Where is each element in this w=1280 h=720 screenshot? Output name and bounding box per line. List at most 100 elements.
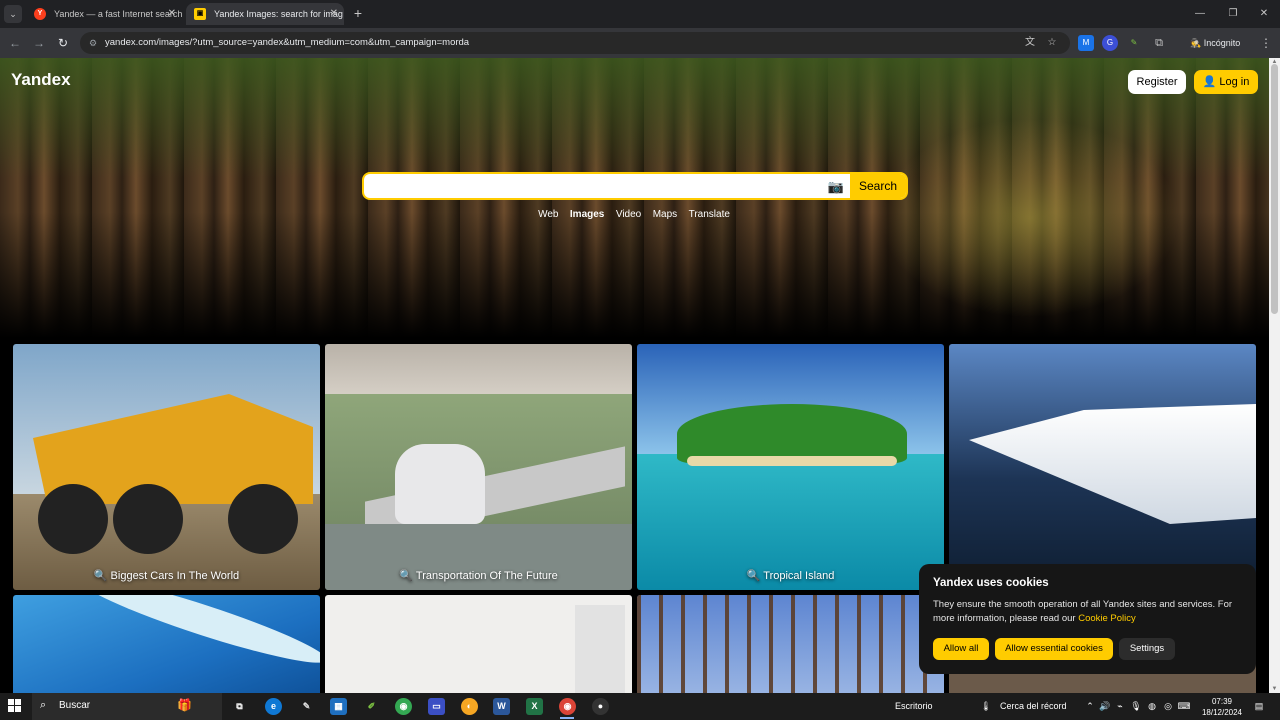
- scroll-down-icon[interactable]: ▼: [1269, 685, 1280, 693]
- cookie-policy-link[interactable]: Cookie Policy: [1078, 613, 1136, 624]
- login-button[interactable]: 👤 Log in: [1194, 70, 1258, 94]
- restore-icon[interactable]: ❐: [1217, 0, 1249, 28]
- cookie-settings-button[interactable]: Settings: [1119, 638, 1175, 660]
- tray-app-icon[interactable]: ◍: [1145, 699, 1159, 713]
- thermometer-icon: 🌡: [980, 701, 992, 711]
- image-tile-tropical-island[interactable]: 🔍 Tropical Island: [637, 344, 944, 590]
- register-button[interactable]: Register: [1128, 70, 1186, 94]
- browser-toolbar: ← → ↻ ⚙ yandex.com/images/?utm_source=ya…: [0, 28, 1280, 58]
- login-label: Log in: [1219, 76, 1250, 88]
- word-icon[interactable]: W: [493, 698, 510, 715]
- service-tabs: Web Images Video Maps Translate: [0, 204, 1269, 222]
- search-icon: 🔍: [399, 570, 413, 582]
- extension-m-icon[interactable]: M: [1078, 35, 1094, 51]
- taskbar-search[interactable]: ⌕ Buscar 🎁: [32, 693, 222, 720]
- translate-icon[interactable]: 文: [1022, 35, 1038, 51]
- search-box: 📷 Search: [362, 172, 908, 200]
- service-translate[interactable]: Translate: [689, 209, 730, 220]
- chrome-active-icon[interactable]: ◉: [559, 698, 576, 715]
- minimize-icon[interactable]: —: [1184, 0, 1216, 28]
- page-scrollbar[interactable]: ▲ ▼: [1269, 58, 1280, 693]
- yandex-favicon-icon: Y: [34, 8, 46, 20]
- monitor-app-icon[interactable]: ▭: [428, 698, 445, 715]
- active-app-indicator: [560, 717, 574, 719]
- image-tile-bedroom[interactable]: [325, 595, 632, 693]
- task-view-icon[interactable]: ⧉: [231, 698, 248, 715]
- image-tile-trucks[interactable]: 🔍 Biggest Cars In The World: [13, 344, 320, 590]
- taskbar-search-label: Buscar: [59, 700, 91, 711]
- tile-caption-text: Biggest Cars In The World: [110, 570, 240, 582]
- search-input[interactable]: [370, 176, 820, 196]
- search-button[interactable]: Search: [850, 174, 906, 198]
- yandex-logo[interactable]: Yandex: [11, 70, 71, 90]
- pen-app-icon[interactable]: ✎: [298, 698, 315, 715]
- tile-caption: 🔍 Transportation Of The Future: [325, 569, 632, 582]
- tray-app2-icon[interactable]: ◎: [1161, 699, 1175, 713]
- forward-icon[interactable]: →: [29, 33, 49, 53]
- weather-label[interactable]: Cerca del récord: [1000, 693, 1067, 720]
- notifications-icon[interactable]: ▤: [1252, 699, 1266, 713]
- scrollbar-thumb[interactable]: [1271, 64, 1278, 314]
- island-beach: [687, 456, 897, 466]
- volume-icon[interactable]: 🔊: [1098, 699, 1112, 713]
- tile-caption: 🔍 Tropical Island: [637, 569, 944, 582]
- service-images[interactable]: Images: [570, 209, 604, 220]
- image-tile-forest[interactable]: [637, 595, 944, 693]
- extensions-puzzle-icon[interactable]: ⧉: [1151, 35, 1167, 51]
- incognito-label: Incógnito: [1203, 38, 1241, 48]
- back-icon[interactable]: ←: [5, 33, 25, 53]
- keyboard-icon[interactable]: ⌨: [1177, 699, 1191, 713]
- tab-search-dropdown-icon[interactable]: ⌄: [4, 5, 22, 23]
- address-bar[interactable]: ⚙ yandex.com/images/?utm_source=yandex&u…: [80, 32, 1070, 54]
- windows-taskbar: ⌕ Buscar 🎁 ⧉ e ✎ ▦ ✐ ◉ ▭ ◐ W X ◉ ● Escri…: [0, 693, 1280, 720]
- image-tile-snowy-coast[interactable]: [949, 344, 1256, 590]
- chrome-icon[interactable]: ◉: [395, 698, 412, 715]
- service-maps[interactable]: Maps: [653, 209, 677, 220]
- service-video[interactable]: Video: [616, 209, 641, 220]
- camera-search-icon[interactable]: 📷: [826, 177, 846, 197]
- cookie-text: They ensure the smooth operation of all …: [933, 598, 1242, 626]
- store-icon[interactable]: ▦: [330, 698, 347, 715]
- new-tab-icon[interactable]: +: [350, 4, 366, 22]
- obs-icon[interactable]: ●: [592, 698, 609, 715]
- site-info-icon[interactable]: ⚙: [86, 36, 100, 50]
- incognito-indicator[interactable]: 🕵 Incógnito: [1190, 28, 1240, 58]
- close-tab-icon[interactable]: ✕: [168, 3, 176, 25]
- monorail-pod: [395, 444, 485, 524]
- tab-title: Yandex Images: search for imag: [214, 9, 343, 19]
- close-tab-icon[interactable]: ✕: [330, 3, 338, 25]
- allow-essential-button[interactable]: Allow essential cookies: [995, 638, 1113, 660]
- allow-all-button[interactable]: Allow all: [933, 638, 989, 660]
- network-icon[interactable]: ⌁: [1113, 699, 1127, 713]
- image-tile-coastline[interactable]: [13, 595, 320, 693]
- edge-icon[interactable]: e: [265, 698, 282, 715]
- search-highlight-icon: 🎁: [177, 698, 192, 712]
- windows-start-icon[interactable]: [8, 699, 22, 713]
- excel-icon[interactable]: X: [526, 698, 543, 715]
- image-tile-transport[interactable]: 🔍 Transportation Of The Future: [325, 344, 632, 590]
- yandex-images-page: Yandex Register 👤 Log in 📷 Search Web Im…: [0, 58, 1269, 693]
- menu-kebab-icon[interactable]: ⋮: [1258, 33, 1274, 53]
- clock-time: 07:39: [1211, 697, 1233, 706]
- truck-wheel: [228, 484, 298, 554]
- desktop-label[interactable]: Escritorio: [895, 693, 933, 720]
- extension-leaf-icon[interactable]: ✎: [1126, 35, 1142, 51]
- clock[interactable]: 07:39 18/12/2024: [1196, 696, 1248, 718]
- notes-app-icon[interactable]: ✐: [363, 698, 380, 715]
- bookmark-star-icon[interactable]: ☆: [1044, 35, 1060, 51]
- tree-trunks: [637, 595, 944, 693]
- search-icon: 🔍: [93, 570, 108, 582]
- chevron-up-icon[interactable]: ⌃: [1083, 699, 1097, 713]
- extension-g-icon[interactable]: G: [1102, 35, 1118, 51]
- search-icon: ⌕: [40, 699, 47, 711]
- reload-icon[interactable]: ↻: [53, 33, 73, 53]
- tab-yandex-images[interactable]: ▣ Yandex Images: search for imag ✕: [186, 3, 344, 25]
- user-icon: 👤: [1202, 76, 1217, 88]
- window-close-icon[interactable]: ✕: [1248, 0, 1280, 28]
- service-web[interactable]: Web: [538, 209, 558, 220]
- microphone-icon[interactable]: 🎙: [1129, 699, 1143, 713]
- tab-yandex-search[interactable]: Y Yandex — a fast Internet search ✕: [26, 3, 182, 25]
- url-text[interactable]: yandex.com/images/?utm_source=yandex&utm…: [105, 32, 469, 54]
- firefox-like-icon[interactable]: ◐: [461, 698, 478, 715]
- clock-date: 18/12/2024: [1201, 708, 1243, 717]
